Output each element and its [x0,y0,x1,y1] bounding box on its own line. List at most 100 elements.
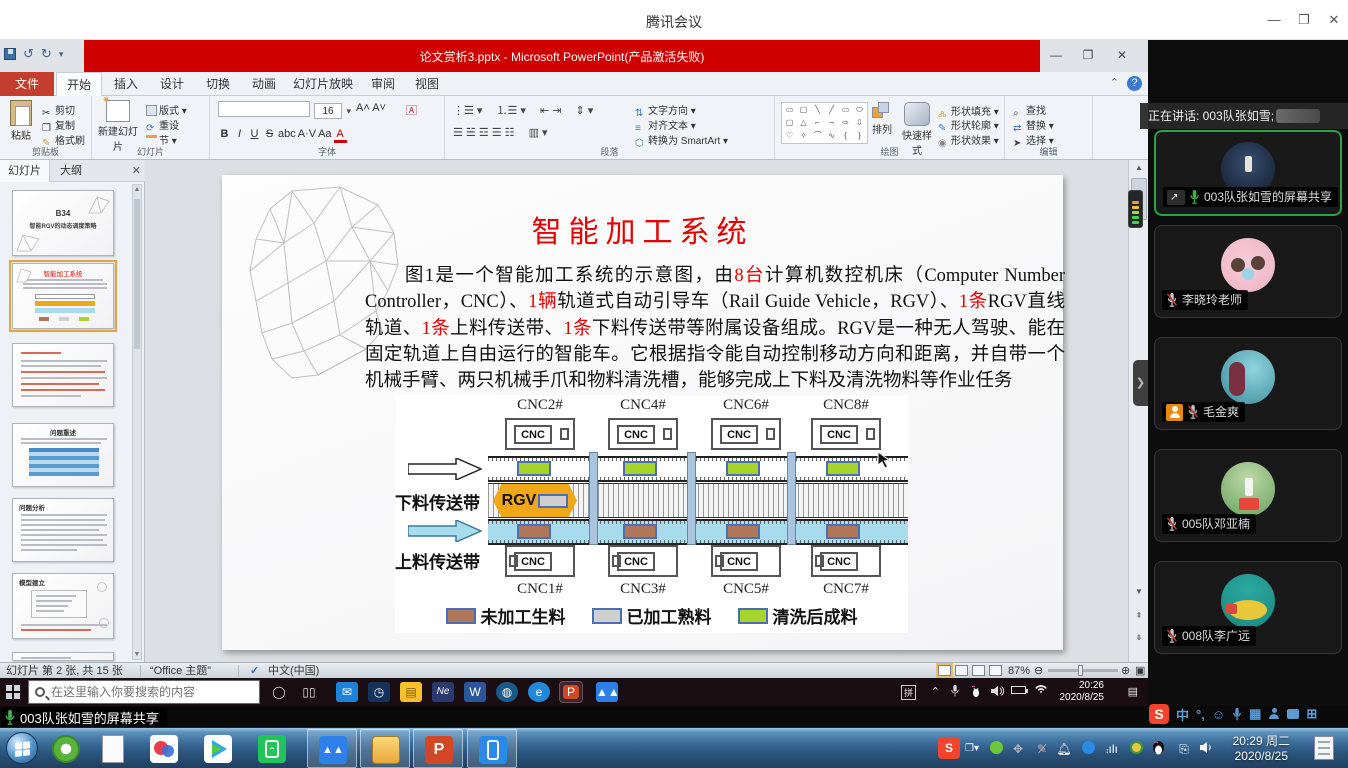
font-style-buttons[interactable]: BIUSabcA·VAaA [218,124,349,143]
panel-tab-slides[interactable]: 幻灯片 [0,160,50,182]
panel-tab-outline[interactable]: 大纲 [52,160,90,182]
spellcheck-icon[interactable]: ✓ [250,664,259,678]
shared-clock[interactable]: 20:26 2020/8/25 [1060,680,1105,704]
tray-antivirus-icon[interactable] [1128,741,1144,757]
sogou-tray-icon[interactable]: S [938,737,960,759]
slide-thumbnail-2-selected[interactable]: 智能加工系统 [12,263,114,329]
action-center-icon[interactable]: ▤ [1128,685,1138,698]
powerpoint-taskbar-icon-active[interactable]: P [560,682,582,702]
participant-tile-sharer[interactable]: 003队张如雪的屏幕共享 [1154,130,1342,216]
slide-thumbnail-7[interactable] [12,652,114,661]
scroll-up-icon[interactable]: ▲ [1131,160,1147,176]
slide-thumbnail-1[interactable]: B34 智能RGV的动态调度策略 [12,190,114,256]
slide-scrollbar[interactable]: ▲ ▼ ⇞ ⇟ [1128,160,1148,662]
browser-icon[interactable] [52,735,80,763]
ppt-close-icon[interactable]: ✕ [1108,46,1136,64]
paste-button[interactable]: 粘贴 [4,100,38,142]
ime-icon[interactable]: 拼 [901,685,916,700]
edge-icon[interactable]: e [528,682,550,702]
panel-scrollbar[interactable]: ▲ ▼ [132,184,142,660]
participant-tile[interactable]: 李晓玲老师 [1154,225,1342,318]
battery-icon[interactable] [1011,685,1026,697]
tab-review[interactable]: 审阅 [362,72,404,96]
fit-to-window-icon[interactable]: ▣ [1135,664,1145,678]
tab-insert[interactable]: 插入 [104,72,148,96]
zoom-out-icon[interactable]: ⊖ [1034,664,1043,678]
meeting-app-icon[interactable] [150,735,178,763]
ribbon-collapse-icon[interactable]: ⌃ [1110,76,1119,91]
volume-icon[interactable] [991,685,1004,697]
participant-tile[interactable]: 005队邓亚楠 [1154,449,1342,542]
grow-shrink-font[interactable]: A˄ A˅ [356,102,386,114]
slide-thumbnail-3[interactable] [12,343,114,407]
zoom-in-icon[interactable]: ⊕ [1121,664,1130,678]
cortana-icon[interactable]: ◯ [268,682,290,702]
sogou-skin-icon[interactable] [1287,709,1299,719]
view-switcher[interactable] [938,665,1002,676]
participant-tile[interactable]: 008队李广远 [1154,561,1342,654]
tab-slideshow[interactable]: 幻灯片放映 [288,72,358,96]
sogou-mic-icon[interactable] [1232,708,1242,721]
zoom-slider[interactable] [1048,669,1118,672]
phone-app-taskbar-button[interactable] [467,729,517,768]
tab-view[interactable]: 视图 [406,72,448,96]
file-explorer-icon[interactable]: ▤ [400,682,422,702]
arrange-button[interactable]: 排列 [867,102,897,136]
local-clock[interactable]: 20:29 周二 2020/8/25 [1233,734,1290,764]
tab-file[interactable]: 文件 [0,72,54,96]
taskbar-search[interactable] [28,680,260,704]
sidebar-collapse-handle[interactable]: ❯ [1133,360,1148,406]
sogou-chinese-mode[interactable]: 中 [1176,705,1189,724]
sogou-toolbox-icon[interactable]: ⊞ [1306,706,1317,722]
shape-gallery[interactable]: ▭▢╲╱▭⬭ ▢△⌐¬⇨⇩ ♡✧⌒∿{} [781,102,868,144]
sogou-punctuation-mode[interactable]: °, [1196,707,1205,722]
close-icon[interactable]: ✕ [1326,12,1342,28]
tray-expand-icon[interactable]: ⌃ [931,685,940,698]
previous-slide-button[interactable]: ⇞ [1131,608,1147,624]
start-button[interactable] [6,685,20,699]
maximize-icon[interactable]: ❐ [1296,12,1312,28]
clock-app-icon[interactable]: ◷ [368,682,390,702]
tab-animations[interactable]: 动画 [242,72,286,96]
mail-icon[interactable]: ✉ [336,682,358,702]
tray-clipboard-icon[interactable]: ⎘ [1176,741,1192,757]
tab-transitions[interactable]: 切换 [196,72,240,96]
powerpoint-taskbar-button[interactable]: P [413,729,463,768]
save-icon[interactable] [4,48,16,60]
help-icon[interactable]: ? [1127,76,1142,91]
tray-speaker-icon[interactable] [1200,741,1216,757]
tab-home[interactable]: 开始 [56,72,102,96]
sticky-notes-icon[interactable] [1314,736,1334,760]
tray-pen-disabled-icon[interactable]: ✎̸ [1034,741,1050,757]
font-name-select[interactable] [218,101,310,122]
word-icon[interactable]: W [464,682,486,702]
scroll-down-icon[interactable]: ▼ [1131,584,1147,600]
sogou-emoji-icon[interactable]: ☺ [1212,707,1225,722]
list-buttons[interactable]: ⋮☰ ▾ ⒈☰ ▾ ⇤ ⇥ ⇕ ▾ [453,102,593,118]
start-orb[interactable] [6,732,38,764]
participant-tile[interactable]: 毛金爽 [1154,337,1342,430]
tencent-video-icon[interactable] [204,735,232,763]
tray-green-browser-icon[interactable] [988,741,1004,757]
tray-move-icon[interactable]: ✥ [1010,741,1026,757]
clear-format-button[interactable]: 🄰 [406,102,417,118]
undo-icon[interactable]: ↺ [23,46,34,62]
tray-manager-icon[interactable] [1080,741,1096,757]
slide-thumbnail-6[interactable]: 模型建立 [12,573,114,639]
slide-thumbnail-4[interactable]: 问题重述 [12,423,114,487]
sogou-logo-icon[interactable]: S [1149,704,1169,724]
qat-dropdown-icon[interactable]: ▾ [59,49,64,60]
layout-button[interactable]: 版式 ▾ [146,102,187,117]
ppt-restore-icon[interactable]: ❐ [1074,46,1102,64]
panel-close-icon[interactable]: ✕ [132,164,141,177]
search-input[interactable] [51,685,241,699]
tray-qq-icon[interactable] [1152,741,1168,757]
task-view-icon[interactable]: ▯▯ [298,682,320,702]
font-size-select[interactable]: 16 ▾ [314,101,351,119]
redo-icon[interactable]: ↻ [41,46,52,62]
tab-design[interactable]: 设计 [150,72,194,96]
align-buttons[interactable]: ☰ ☱ ☲ ☰ ☷ ▥ ▾ [453,124,548,140]
next-slide-button[interactable]: ⇟ [1131,630,1147,646]
sogou-account-icon[interactable] [1268,708,1280,720]
mubu-app-icon[interactable]: ▲▲ [596,682,618,702]
